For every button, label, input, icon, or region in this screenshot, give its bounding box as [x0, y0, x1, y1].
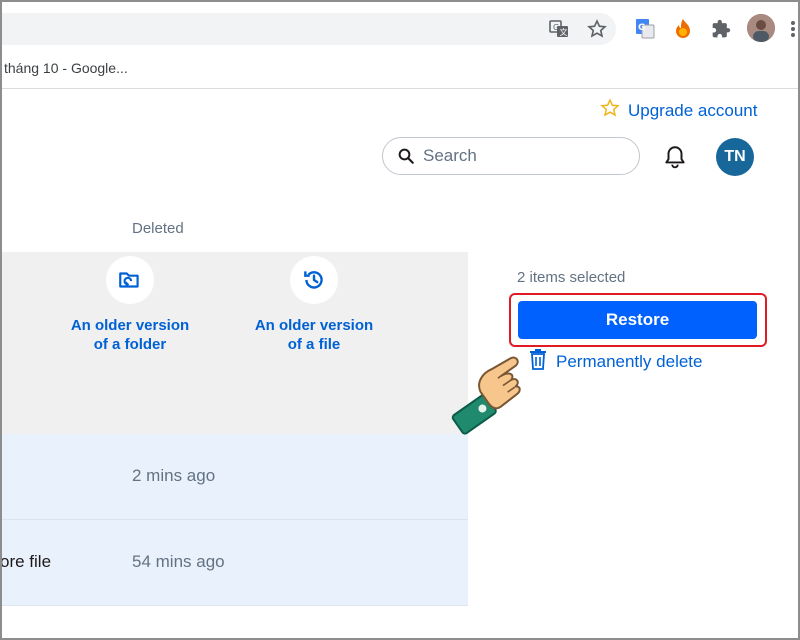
- svg-text:文: 文: [560, 27, 568, 37]
- star-outline-icon: [600, 98, 620, 123]
- restore-button[interactable]: Restore: [518, 301, 757, 339]
- search-icon: [397, 147, 415, 165]
- bookmark-item[interactable]: tháng 10 - Google...: [4, 60, 128, 76]
- option-file-line1: An older version: [254, 317, 374, 334]
- account-avatar[interactable]: TN: [716, 138, 754, 176]
- upgrade-account-label: Upgrade account: [628, 100, 758, 120]
- table-row[interactable]: ore file 54 mins ago: [2, 520, 468, 606]
- puzzle-extensions-icon[interactable]: [709, 17, 733, 41]
- bookmarks-bar: tháng 10 - Google...: [2, 56, 798, 89]
- svg-text:G: G: [638, 23, 645, 33]
- search-input[interactable]: [421, 145, 615, 167]
- star-icon[interactable]: [585, 17, 609, 41]
- folder-restore-icon: [106, 256, 154, 304]
- selection-count: 2 items selected: [517, 269, 626, 286]
- permanently-delete-label: Permanently delete: [556, 351, 703, 371]
- history-icon: [290, 256, 338, 304]
- search-box[interactable]: [382, 137, 640, 175]
- screenshot-frame: G文 G tháng 10 - Google... Upgrade accoun…: [0, 0, 800, 640]
- permanently-delete-link[interactable]: Permanently delete: [528, 348, 702, 375]
- bell-icon[interactable]: [662, 144, 688, 175]
- kebab-menu-icon[interactable]: [788, 17, 798, 41]
- row-deleted-time: 2 mins ago: [132, 466, 216, 485]
- svg-text:G: G: [553, 23, 559, 32]
- profile-avatar[interactable]: [747, 14, 775, 42]
- translate-icon[interactable]: G文: [547, 17, 571, 41]
- option-folder-line2: of a folder: [93, 336, 167, 353]
- option-older-file-version[interactable]: An older version of a file: [239, 256, 389, 354]
- address-bar[interactable]: [2, 13, 616, 45]
- google-translate-ext-icon[interactable]: G: [633, 17, 657, 41]
- row-deleted-time: 54 mins ago: [132, 552, 225, 571]
- row-name: ore file: [0, 552, 52, 571]
- option-older-folder-version[interactable]: An older version of a folder: [55, 256, 205, 354]
- pointing-hand-icon: [430, 330, 540, 447]
- table-row[interactable]: 2 mins ago: [2, 434, 468, 520]
- option-folder-line1: An older version: [70, 317, 190, 334]
- browser-toolbar: G文 G: [2, 2, 798, 56]
- fire-ext-icon[interactable]: [671, 17, 695, 41]
- column-header-deleted[interactable]: Deleted: [132, 220, 184, 237]
- option-file-line2: of a file: [287, 336, 341, 353]
- upgrade-account-link[interactable]: Upgrade account: [600, 98, 757, 123]
